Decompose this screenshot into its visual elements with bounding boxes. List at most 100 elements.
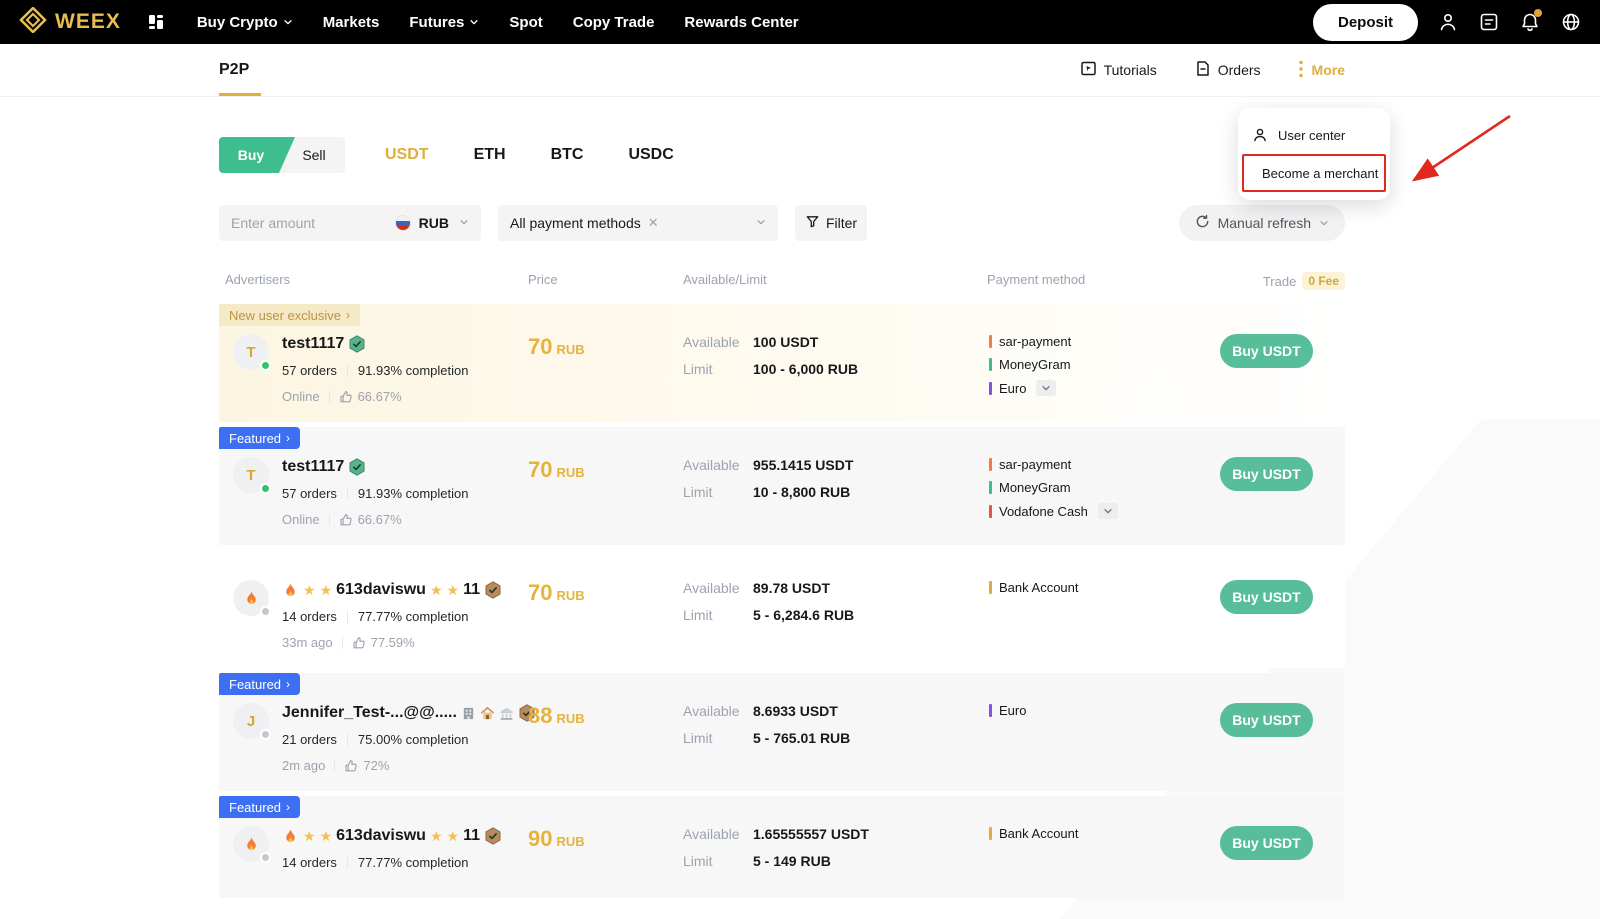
advertiser-status: Online 66.67%: [282, 389, 469, 404]
payment-method: Bank Account: [989, 580, 1220, 595]
status-dot-online: [260, 360, 271, 371]
payment-method-select[interactable]: All payment methods ✕: [498, 205, 778, 241]
coin-tab-btc[interactable]: BTC: [551, 146, 584, 164]
menu-item-user-center[interactable]: User center: [1238, 116, 1390, 154]
coin-tab-eth[interactable]: ETH: [474, 146, 506, 164]
row-badge-new-user[interactable]: New user exclusive›: [219, 304, 360, 326]
menu-item-become-a-merchant[interactable]: Become a merchant: [1238, 154, 1390, 192]
available-limit-cell: Available1.65555557 USDT Limit5 - 149 RU…: [683, 826, 987, 880]
advertiser-name[interactable]: test1117: [282, 457, 469, 477]
advertiser-stats: 57 orders91.93% completion: [282, 486, 469, 501]
coin-tab-usdt[interactable]: USDT: [385, 146, 429, 164]
payment-color-bar: [989, 481, 992, 494]
chevron-down-icon: [1319, 215, 1329, 231]
tutorials-link[interactable]: Tutorials: [1080, 60, 1157, 80]
merchant-rank-badge-icon: [484, 827, 502, 845]
notifications-bell-icon[interactable]: [1519, 11, 1541, 33]
nav-item-spot[interactable]: Spot: [509, 14, 542, 31]
buy-usdt-button[interactable]: Buy USDT: [1220, 580, 1313, 614]
payment-color-bar: [989, 505, 992, 518]
thumbs-up-icon: [352, 636, 366, 650]
currency-select[interactable]: RUB: [419, 215, 449, 231]
advertiser-avatar[interactable]: [233, 580, 269, 616]
offers-list: New user exclusive› T test1117 57 orders…: [219, 304, 1345, 898]
star-icon: ★: [303, 829, 316, 843]
advertiser-avatar[interactable]: T: [233, 457, 269, 493]
payment-color-bar: [989, 704, 992, 717]
col-advertisers: Advertisers: [219, 272, 528, 290]
star-icon: ★: [447, 583, 460, 597]
payment-color-bar: [989, 581, 992, 594]
row-badge-featured[interactable]: Featured›: [219, 796, 300, 818]
advertiser-name[interactable]: Jennifer_Test-...@@.....: [282, 703, 536, 723]
payment-methods-cell: sar-paymentMoneyGramVodafone Cash: [987, 457, 1220, 519]
advertiser-avatar[interactable]: T: [233, 334, 269, 370]
buy-usdt-button[interactable]: Buy USDT: [1220, 826, 1313, 860]
advertiser-name[interactable]: ★★613daviswu★★11: [282, 580, 502, 600]
language-globe-icon[interactable]: [1560, 11, 1582, 33]
payment-color-bar: [989, 358, 992, 371]
expand-payments-button[interactable]: [1036, 380, 1056, 396]
user-profile-icon[interactable]: [1437, 11, 1459, 33]
advertiser-name[interactable]: test1117: [282, 334, 469, 354]
clear-filter-icon[interactable]: ✕: [648, 215, 659, 231]
russia-flag-icon: [395, 215, 411, 231]
main-nav: Buy Crypto Markets Futures Spot Copy Trade Re…: [197, 14, 799, 31]
chevron-down-icon: [469, 14, 479, 31]
refresh-icon: [1195, 214, 1210, 232]
status-dot-offline: [260, 729, 271, 740]
coin-tab-usdc[interactable]: USDC: [628, 146, 673, 164]
advertiser-cell: J Jennifer_Test-...@@..... 21 orders75.0…: [219, 703, 528, 773]
payment-color-bar: [989, 458, 992, 471]
apps-grid-icon[interactable]: [147, 13, 165, 31]
buy-usdt-button[interactable]: Buy USDT: [1220, 703, 1313, 737]
advertiser-avatar[interactable]: [233, 826, 269, 862]
orders-link[interactable]: Orders: [1195, 60, 1261, 80]
flame-icon: [243, 836, 260, 853]
offer-row: Featured› J Jennifer_Test-...@@..... 21 …: [219, 673, 1345, 791]
col-trade: Trade: [1263, 274, 1296, 289]
chevron-down-icon: [283, 14, 293, 31]
coin-tabs: USDT ETH BTC USDC: [385, 146, 674, 164]
payment-method: sar-payment: [989, 334, 1220, 349]
deposit-button[interactable]: Deposit: [1313, 4, 1418, 41]
payment-methods-cell: Bank Account: [987, 580, 1220, 595]
status-dot-online: [260, 483, 271, 494]
nav-item-markets[interactable]: Markets: [323, 14, 380, 31]
advertiser-stats: 14 orders77.77% completion: [282, 609, 502, 624]
nav-item-rewards-center[interactable]: Rewards Center: [684, 14, 798, 31]
brand-name: WEEX: [55, 10, 121, 34]
buy-usdt-button[interactable]: Buy USDT: [1220, 334, 1313, 368]
tab-p2p[interactable]: P2P: [219, 44, 249, 96]
refresh-mode-select[interactable]: Manual refresh: [1179, 205, 1345, 241]
amount-input[interactable]: Enter amount RUB: [219, 205, 481, 241]
chevron-down-icon: [459, 214, 469, 232]
support-chat-icon[interactable]: [1478, 11, 1500, 33]
buy-usdt-button[interactable]: Buy USDT: [1220, 457, 1313, 491]
merchant-rank-badge-icon: [348, 458, 366, 476]
nav-item-copy-trade[interactable]: Copy Trade: [573, 14, 655, 31]
expand-payments-button[interactable]: [1098, 503, 1118, 519]
available-limit-cell: Available955.1415 USDT Limit10 - 8,800 R…: [683, 457, 987, 511]
star-icon: ★: [447, 829, 460, 843]
more-menu-button[interactable]: More: [1299, 60, 1345, 81]
filter-button[interactable]: Filter: [795, 205, 867, 241]
flame-icon: [282, 582, 299, 599]
nav-item-futures[interactable]: Futures: [409, 14, 479, 31]
trade-cell: Buy USDT: [1220, 457, 1345, 491]
weex-p2p-page: WEEX Buy Crypto Markets Futures Spot Copy Tr…: [0, 0, 1600, 919]
row-badge-featured[interactable]: Featured›: [219, 427, 300, 449]
advertiser-name[interactable]: ★★613daviswu★★11: [282, 826, 502, 846]
weex-logo[interactable]: WEEX: [18, 7, 121, 38]
star-icon: ★: [430, 583, 443, 597]
payment-color-bar: [989, 382, 992, 395]
nav-item-buy-crypto[interactable]: Buy Crypto: [197, 14, 293, 31]
row-badge-featured[interactable]: Featured›: [219, 673, 300, 695]
payment-method: MoneyGram: [989, 357, 1220, 372]
chevron-right-icon: ›: [286, 677, 290, 691]
tab-sell[interactable]: Sell: [283, 137, 345, 173]
advertiser-avatar[interactable]: J: [233, 703, 269, 739]
advertiser-cell: T test1117 57 orders91.93% completion On…: [219, 334, 528, 404]
page-title: P2P: [219, 61, 249, 79]
merchant-rank-badge-icon: [348, 335, 366, 353]
